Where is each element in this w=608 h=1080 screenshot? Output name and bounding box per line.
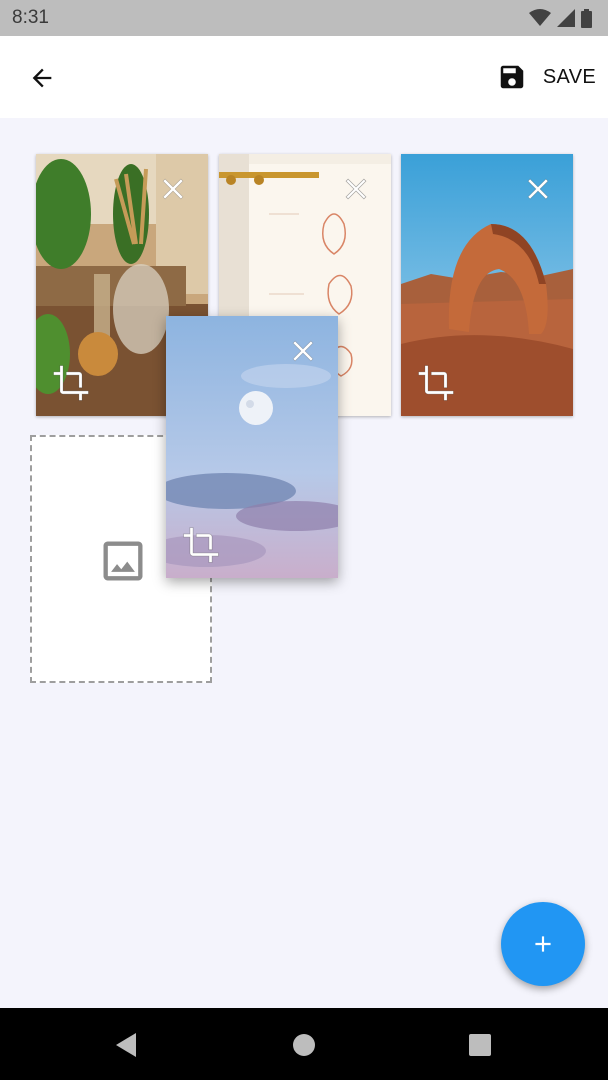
close-icon[interactable] — [156, 172, 190, 206]
crop-icon[interactable] — [417, 364, 455, 402]
status-icons — [529, 8, 592, 28]
close-icon[interactable] — [521, 172, 555, 206]
recents-square-icon[interactable] — [465, 1030, 495, 1060]
status-time: 8:31 — [12, 7, 49, 28]
cell-signal-icon — [557, 9, 575, 27]
back-triangle-icon[interactable] — [112, 1030, 142, 1060]
photo-tile-moon-dragging[interactable] — [166, 316, 338, 578]
wifi-icon — [529, 9, 551, 26]
close-icon[interactable] — [286, 334, 320, 368]
battery-icon — [581, 8, 592, 28]
save-button[interactable]: SAVE — [497, 56, 596, 98]
crop-icon[interactable] — [52, 364, 90, 402]
save-label: SAVE — [542, 65, 596, 88]
back-button[interactable] — [22, 58, 62, 98]
system-nav-bar — [0, 1008, 608, 1080]
plus-icon — [535, 936, 551, 952]
crop-icon[interactable] — [182, 526, 220, 564]
add-image-fab[interactable] — [501, 902, 585, 986]
arrow-back-icon — [32, 68, 52, 88]
status-bar: 8:31 — [0, 0, 608, 36]
image-icon — [103, 541, 143, 581]
close-icon[interactable] — [339, 172, 373, 206]
home-circle-icon[interactable] — [289, 1030, 319, 1060]
floppy-disk-icon — [500, 65, 524, 89]
app-bar: SAVE — [0, 36, 608, 118]
photo-tile-arch[interactable] — [401, 154, 573, 416]
